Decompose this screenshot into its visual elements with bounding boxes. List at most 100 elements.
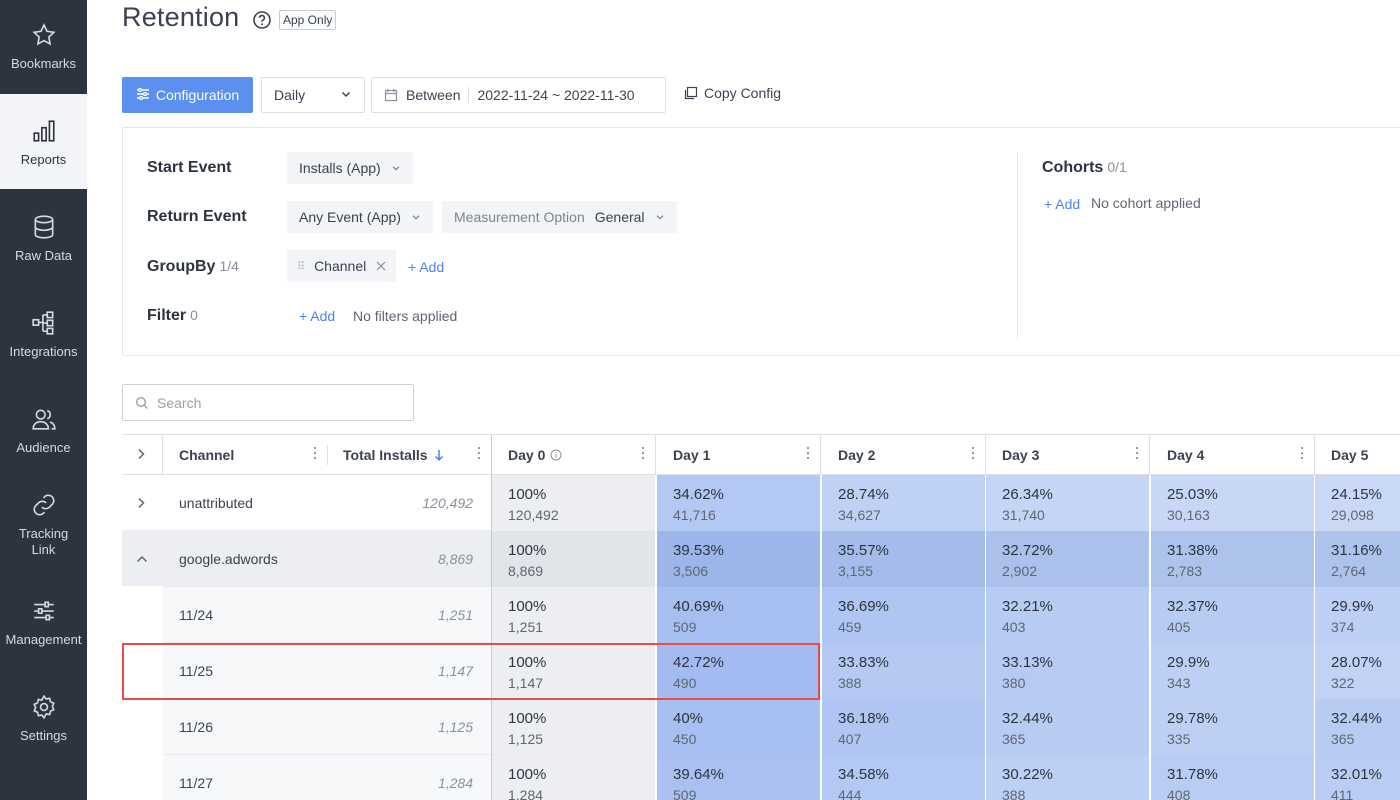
retention-cell-day-5[interactable]: 24.15% 29,098 (1315, 475, 1400, 531)
column-header-day-0[interactable]: Day 0 (492, 435, 656, 475)
retention-cell-day-0[interactable]: 100% 120,492 (492, 475, 656, 531)
configuration-button[interactable]: Configuration (122, 77, 253, 113)
retention-cell-day-3[interactable]: 30.22% 388 (986, 755, 1150, 800)
retention-cell-day-4[interactable]: 31.38% 2,783 (1151, 531, 1315, 587)
retention-cell-day-5[interactable]: 32.44% 365 (1315, 699, 1400, 755)
retention-cell-day-3[interactable]: 32.44% 365 (986, 699, 1150, 755)
retention-cell-day-5[interactable]: 29.9% 374 (1315, 587, 1400, 643)
retention-count: 31,740 (1002, 507, 1045, 523)
retention-rate: 29.9% (1331, 598, 1374, 615)
retention-rate: 26.34% (1002, 486, 1053, 503)
column-header-day-2[interactable]: Day 2 (822, 435, 986, 475)
column-menu-icon[interactable] (313, 447, 317, 461)
sidebar-item-settings[interactable]: Settings (0, 692, 87, 752)
app-only-tag: App Only (279, 10, 337, 30)
retention-cell-day-2[interactable]: 33.83% 388 (822, 643, 986, 699)
info-icon[interactable] (550, 449, 562, 461)
retention-cell-day-2[interactable]: 34.58% 444 (822, 755, 986, 800)
column-menu-icon[interactable] (477, 447, 481, 461)
retention-count: 374 (1331, 619, 1355, 635)
expand-all-toggle[interactable] (122, 435, 163, 475)
retention-cell-day-0[interactable]: 100% 1,147 (492, 643, 656, 699)
sidebar-item-label: Settings (20, 728, 67, 743)
retention-cell-day-0[interactable]: 100% 8,869 (492, 531, 656, 587)
retention-cell-day-1[interactable]: 34.62% 41,716 (657, 475, 821, 531)
retention-rate: 25.03% (1167, 486, 1218, 503)
column-header-day-4[interactable]: Day 4 (1151, 435, 1315, 475)
retention-cell-day-3[interactable]: 26.34% 31,740 (986, 475, 1150, 531)
retention-rate: 100% (508, 710, 547, 727)
sidebar-item-reports[interactable]: Reports (0, 94, 87, 189)
column-menu-icon[interactable] (1135, 447, 1139, 461)
chevron-right-icon[interactable] (136, 475, 156, 531)
sidebar-item-audience[interactable]: Audience (0, 404, 87, 464)
sidebar-item-raw-data[interactable]: Raw Data (0, 212, 87, 272)
retention-cell-day-2[interactable]: 36.18% 407 (822, 699, 986, 755)
copy-config-button[interactable]: Copy Config (684, 85, 781, 101)
column-header-day-5[interactable]: Day 5 (1315, 435, 1400, 475)
table-row[interactable]: unattributed 120,492 100% 120,492 34.62% 41,7… (122, 475, 1400, 531)
help-icon[interactable] (252, 10, 272, 30)
filter-add-link[interactable]: + Add (299, 308, 335, 324)
retention-cell-day-3[interactable]: 33.13% 380 (986, 643, 1150, 699)
chevron-up-icon[interactable] (136, 531, 156, 587)
retention-cell-day-1[interactable]: 40.69% 509 (657, 587, 821, 643)
retention-cell-day-3[interactable]: 32.72% 2,902 (986, 531, 1150, 587)
retention-cell-day-0[interactable]: 100% 1,125 (492, 699, 656, 755)
sidebar-item-integrations[interactable]: Integrations (0, 308, 87, 368)
sort-desc-icon[interactable] (434, 449, 444, 462)
chevron-down-icon (391, 160, 401, 176)
table-row[interactable]: 11/27 1,284 100% 1,284 39.64% 509 34.58% 444 30.… (122, 754, 1400, 800)
sidebar-item-tracking-link[interactable]: Tracking Link (0, 490, 87, 562)
retention-cell-day-2[interactable]: 35.57% 3,155 (822, 531, 986, 587)
groupby-chip-channel[interactable]: ⠿ Channel (287, 250, 397, 282)
retention-cell-day-4[interactable]: 29.9% 343 (1151, 643, 1315, 699)
column-header-total-installs[interactable]: Total Installs (327, 435, 491, 475)
start-event-select[interactable]: Installs (App) (287, 152, 413, 184)
retention-cell-day-1[interactable]: 39.64% 509 (657, 755, 821, 800)
retention-cell-day-5[interactable]: 32.01% 411 (1315, 755, 1400, 800)
column-menu-icon[interactable] (641, 447, 645, 461)
sidebar-item-bookmarks[interactable]: Bookmarks (0, 20, 87, 80)
table-row[interactable]: 11/24 1,251 100% 1,251 40.69% 509 36.69% 459 32.… (122, 586, 1400, 643)
return-event-select[interactable]: Any Event (App) (287, 201, 433, 233)
page-title: Retention (122, 2, 240, 32)
groupby-add-link[interactable]: + Add (408, 259, 444, 275)
column-menu-icon[interactable] (971, 447, 975, 461)
retention-cell-day-1[interactable]: 39.53% 3,506 (657, 531, 821, 587)
retention-rate: 32.01% (1331, 766, 1382, 783)
column-menu-icon[interactable] (806, 447, 810, 461)
retention-cell-day-0[interactable]: 100% 1,284 (492, 755, 656, 800)
retention-cell-day-2[interactable]: 36.69% 459 (822, 587, 986, 643)
table-row[interactable]: 11/26 1,125 100% 1,125 40% 450 36.18% 407 32.44%… (122, 698, 1400, 755)
table-row[interactable]: 11/25 1,147 100% 1,147 42.72% 490 33.83% 388 33.… (122, 642, 1400, 699)
retention-rate: 31.16% (1331, 542, 1382, 559)
retention-cell-day-4[interactable]: 29.78% 335 (1151, 699, 1315, 755)
column-header-day-3[interactable]: Day 3 (986, 435, 1150, 475)
retention-cell-day-0[interactable]: 100% 1,251 (492, 587, 656, 643)
measurement-option-select[interactable]: Measurement Option General (442, 201, 677, 233)
retention-cell-day-4[interactable]: 31.78% 408 (1151, 755, 1315, 800)
close-icon[interactable] (376, 261, 386, 271)
retention-rate: 31.38% (1167, 542, 1218, 559)
date-range-picker[interactable]: Between 2022-11-24 ~ 2022-11-30 (371, 77, 666, 113)
retention-cell-day-4[interactable]: 32.37% 405 (1151, 587, 1315, 643)
cohorts-add-link[interactable]: + Add (1044, 196, 1080, 212)
sidebar-item-management[interactable]: Management (0, 596, 87, 656)
retention-cell-day-1[interactable]: 42.72% 490 (657, 643, 821, 699)
retention-cell-day-5[interactable]: 31.16% 2,764 (1315, 531, 1400, 587)
table-row[interactable]: google.adwords 8,869 100% 8,869 39.53% 3,506 3… (122, 531, 1400, 587)
retention-cell-day-1[interactable]: 40% 450 (657, 699, 821, 755)
retention-cell-day-2[interactable]: 28.74% 34,627 (822, 475, 986, 531)
column-header-channel[interactable]: Channel (163, 435, 327, 475)
retention-cell-day-4[interactable]: 25.03% 30,163 (1151, 475, 1315, 531)
period-select[interactable]: Daily (261, 77, 365, 113)
drag-handle-icon[interactable]: ⠿ (297, 260, 305, 273)
column-menu-icon[interactable] (1300, 447, 1304, 461)
retention-rate: 28.74% (838, 486, 889, 503)
retention-cell-day-5[interactable]: 28.07% 322 (1315, 643, 1400, 699)
search-input[interactable]: Search (122, 384, 414, 421)
filter-empty-text: No filters applied (353, 308, 458, 324)
column-header-day-1[interactable]: Day 1 (657, 435, 821, 475)
retention-cell-day-3[interactable]: 32.21% 403 (986, 587, 1150, 643)
